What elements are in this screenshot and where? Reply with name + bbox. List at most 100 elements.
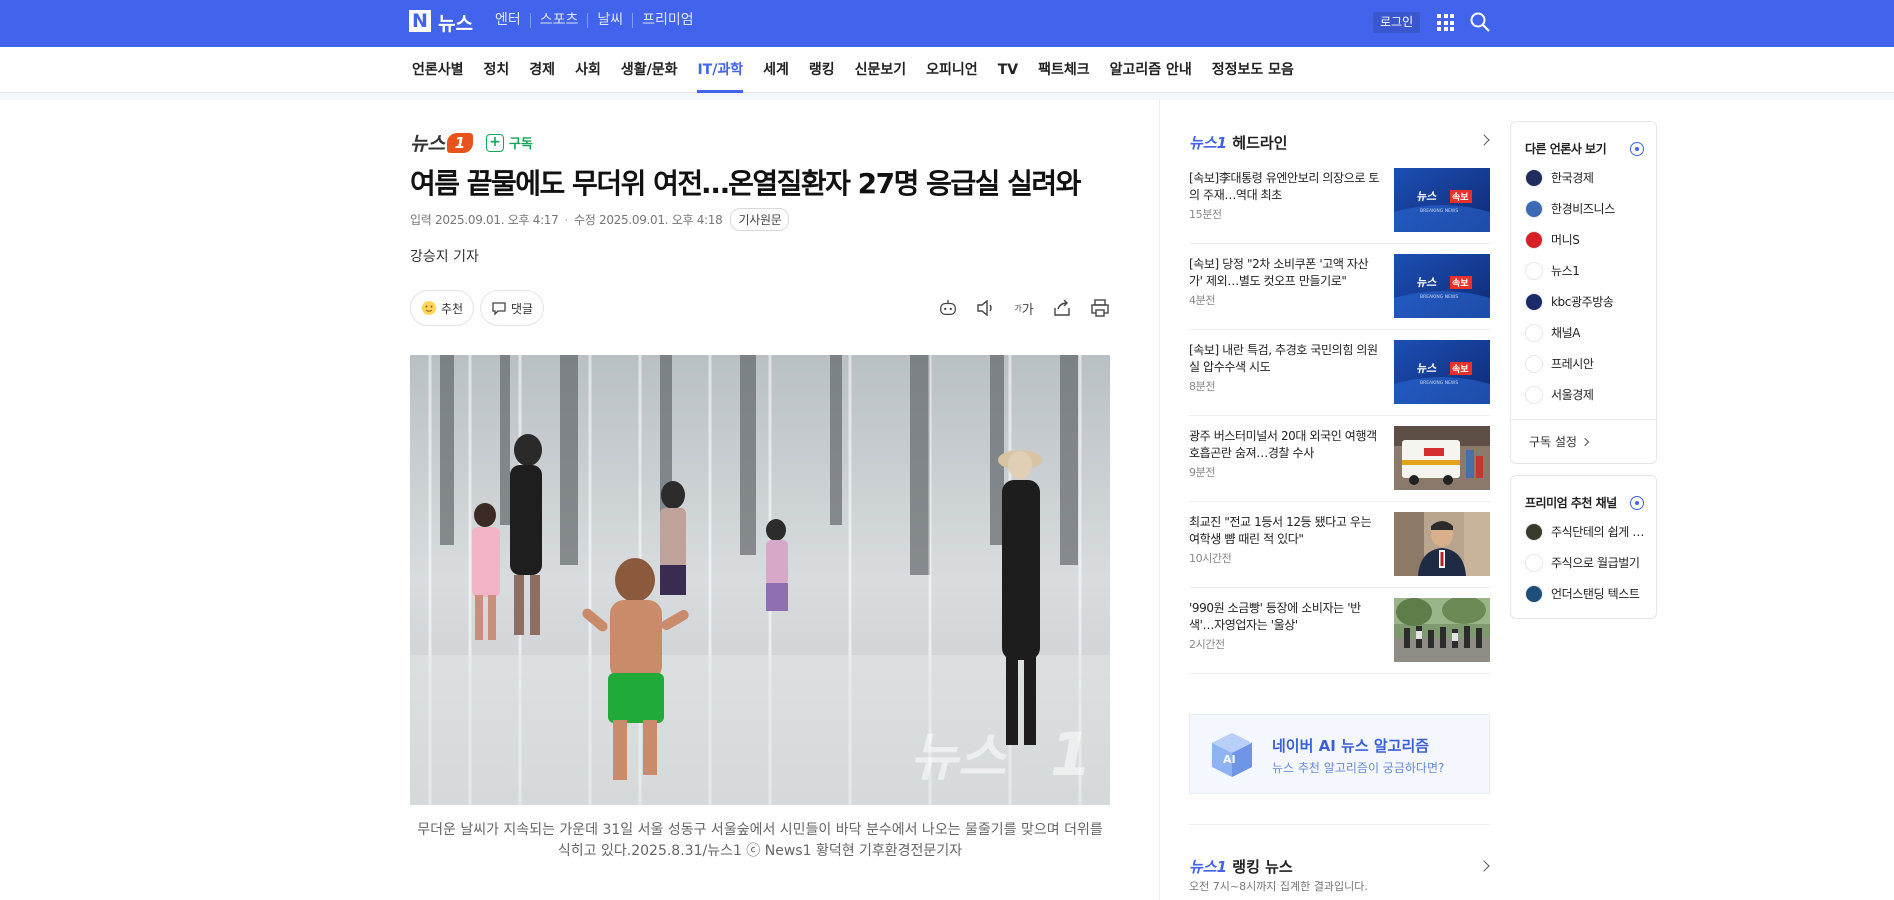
refresh-icon[interactable] <box>1630 496 1644 510</box>
category-tab[interactable]: 팩트체크 <box>1038 47 1100 93</box>
press-logo-icon <box>1525 385 1543 404</box>
headline-thumbnail[interactable]: 뉴스 속보 BREAKING NEWS <box>1394 168 1490 232</box>
apps-grid-icon[interactable] <box>1437 14 1454 31</box>
press-logo[interactable]: 뉴스 1 <box>410 129 473 156</box>
press-item[interactable]: 언더스탠딩 텍스트 <box>1525 578 1650 609</box>
headline-thumbnail[interactable]: 뉴스 속보 BREAKING NEWS <box>1394 254 1490 318</box>
reporter-name[interactable]: 강승지 기자 <box>410 246 479 266</box>
press-item[interactable]: 채널A <box>1525 317 1650 348</box>
headline-thumbnail[interactable] <box>1394 512 1490 576</box>
headline-item[interactable]: [속보] 당정 "2차 소비쿠폰 '고액 자산가' 제외…별도 컷오프 만들기로… <box>1189 244 1490 330</box>
print-icon[interactable] <box>1090 298 1110 318</box>
headline-time: 4분전 <box>1189 294 1216 307</box>
chevron-right-icon[interactable] <box>1478 134 1490 146</box>
summary-bot-icon[interactable] <box>938 298 958 318</box>
category-tab[interactable]: 신문보기 <box>855 47 917 93</box>
comment-button[interactable]: 댓글 <box>480 290 545 326</box>
press-item[interactable]: 뉴스1 <box>1525 255 1650 286</box>
svg-text:속보: 속보 <box>1452 191 1469 203</box>
headline-thumbnail[interactable] <box>1394 598 1490 662</box>
top-nav-item[interactable]: 스포츠 <box>529 13 588 28</box>
text-to-speech-icon[interactable] <box>976 298 996 318</box>
site-name[interactable]: 뉴스 <box>438 9 473 36</box>
headline-text[interactable]: [속보] 당정 "2차 소비쿠폰 '고액 자산가' 제외…별도 컷오프 만들기로… <box>1189 256 1379 309</box>
nav-divider <box>0 93 1894 100</box>
original-article-link[interactable]: 기사원문 <box>730 208 790 231</box>
headline-thumbnail[interactable]: 뉴스 속보 BREAKING NEWS <box>1394 340 1490 404</box>
headline-item[interactable]: [속보]李대통령 유엔안보리 의장으로 토의 주재…역대 최초 15분전 뉴스 속보 B… <box>1189 158 1490 244</box>
headline-text[interactable]: [속보] 내란 특검, 추경호 국민의힘 의원실 압수수색 시도 8분전 <box>1189 342 1379 395</box>
recommend-button[interactable]: 추천 <box>410 290 475 326</box>
premium-title: 프리미엄 추천 채널 <box>1525 496 1617 510</box>
category-tab[interactable]: 정정보도 모음 <box>1212 47 1304 93</box>
press-name: 채널A <box>1551 326 1581 340</box>
press-item[interactable]: 서울경제 <box>1525 379 1650 410</box>
ranking-title[interactable]: 뉴스1 랭킹 뉴스 <box>1189 856 1293 877</box>
category-tab[interactable]: 세계 <box>763 47 799 93</box>
headline-item[interactable]: [속보] 내란 특검, 추경호 국민의힘 의원실 압수수색 시도 8분전 뉴스 속보 B… <box>1189 330 1490 416</box>
category-tab[interactable]: 정치 <box>484 47 520 93</box>
category-tab[interactable]: TV <box>998 47 1028 93</box>
headline-thumbnail[interactable] <box>1394 426 1490 490</box>
search-icon[interactable] <box>1469 11 1491 33</box>
category-tab[interactable]: 랭킹 <box>809 47 845 93</box>
headline-text[interactable]: '990원 소금빵' 등장에 소비자는 '반색'…자영업자는 '울상' 2시간전 <box>1189 600 1379 653</box>
subscribe-button[interactable]: + 구독 <box>485 133 533 152</box>
headline-text[interactable]: 최교진 "전교 1등서 12등 됐다고 우는 여학생 뺨 때린 적 있다" 10시… <box>1189 514 1379 567</box>
headline-item[interactable]: 최교진 "전교 1등서 12등 됐다고 우는 여학생 뺨 때린 적 있다" 10시… <box>1189 502 1490 588</box>
top-nav: 엔터 스포츠 날씨 프리미엄 <box>485 13 703 28</box>
category-tab[interactable]: 생활/문화 <box>621 47 688 93</box>
press-item[interactable]: 한경비즈니스 <box>1525 193 1650 224</box>
article-tools: 가가 <box>938 298 1110 318</box>
press-header: 뉴스 1 + 구독 <box>410 129 533 156</box>
premium-list: 주식단테의 쉽게 배우는주식으로 월급벌기언더스탠딩 텍스트 <box>1525 516 1650 609</box>
headline-item[interactable]: '990원 소금빵' 등장에 소비자는 '반색'…자영업자는 '울상' 2시간전 <box>1189 588 1490 674</box>
article-actions: 추천 댓글 가가 <box>410 290 1110 326</box>
press-item[interactable]: 머니S <box>1525 224 1650 255</box>
top-nav-item[interactable]: 엔터 <box>485 13 530 28</box>
ai-banner-title: 네이버 AI 뉴스 알고리즘 <box>1272 737 1430 755</box>
svg-text:BREAKING NEWS: BREAKING NEWS <box>1420 294 1458 300</box>
ai-algorithm-banner[interactable]: AI 네이버 AI 뉴스 알고리즘 뉴스 추천 알고리즘이 궁금하다면? <box>1189 714 1490 794</box>
press-item[interactable]: 주식단테의 쉽게 배우는 <box>1525 516 1650 547</box>
other-press-title: 다른 언론사 보기 <box>1525 142 1607 156</box>
top-nav-item[interactable]: 프리미엄 <box>632 13 703 28</box>
svg-text:뉴스: 뉴스 <box>1416 276 1437 289</box>
refresh-icon[interactable] <box>1630 142 1644 156</box>
subscription-settings-link[interactable]: 구독 설정 <box>1511 419 1656 463</box>
press-name: 한경비즈니스 <box>1551 202 1615 216</box>
press-logo-icon <box>1525 261 1543 280</box>
category-tab[interactable]: 사회 <box>575 47 611 93</box>
headline-time: 9분전 <box>1189 466 1216 479</box>
naver-logo[interactable]: N <box>409 10 431 32</box>
headline-text[interactable]: 광주 버스터미널서 20대 외국인 여행객 호흡곤란 숨져…경찰 수사 9분전 <box>1189 428 1379 481</box>
headline-title[interactable]: 뉴스1 헤드라인 <box>1189 132 1287 153</box>
category-tab[interactable]: IT/과학 <box>697 47 753 93</box>
top-bar: N 뉴스 엔터 스포츠 날씨 프리미엄 로그인 <box>0 0 1894 47</box>
login-button[interactable]: 로그인 <box>1373 12 1421 33</box>
chevron-right-icon[interactable] <box>1478 860 1490 872</box>
press-item[interactable]: 한국경제 <box>1525 162 1650 193</box>
category-tab[interactable]: 언론사별 <box>412 47 474 93</box>
font-size-icon[interactable]: 가가 <box>1014 298 1034 318</box>
svg-text:뉴스: 뉴스 <box>1416 362 1437 375</box>
press-item[interactable]: 주식으로 월급벌기 <box>1525 547 1650 578</box>
svg-text:BREAKING NEWS: BREAKING NEWS <box>1420 208 1458 214</box>
article-photo[interactable]: 뉴스 1 <box>410 355 1110 805</box>
press-item[interactable]: 프레시안 <box>1525 348 1650 379</box>
press-name: kbc광주방송 <box>1551 295 1614 309</box>
article-dates: 입력 2025.09.01. 오후 4:17 · 수정 2025.09.01. … <box>410 208 790 231</box>
category-tab[interactable]: 알고리즘 안내 <box>1110 47 1202 93</box>
press-logo-icon <box>1525 292 1543 311</box>
press-logo-icon <box>1525 553 1543 572</box>
section-divider <box>1189 824 1490 825</box>
headline-text[interactable]: [속보]李대통령 유엔안보리 의장으로 토의 주재…역대 최초 15분전 <box>1189 170 1379 223</box>
press-logo-icon <box>1525 323 1543 342</box>
press-name: 한국경제 <box>1551 171 1594 185</box>
headline-item[interactable]: 광주 버스터미널서 20대 외국인 여행객 호흡곤란 숨져…경찰 수사 9분전 <box>1189 416 1490 502</box>
top-nav-item[interactable]: 날씨 <box>587 13 632 28</box>
category-tab[interactable]: 경제 <box>529 47 565 93</box>
press-item[interactable]: kbc광주방송 <box>1525 286 1650 317</box>
category-tab[interactable]: 오피니언 <box>926 47 988 93</box>
share-icon[interactable] <box>1052 298 1072 318</box>
